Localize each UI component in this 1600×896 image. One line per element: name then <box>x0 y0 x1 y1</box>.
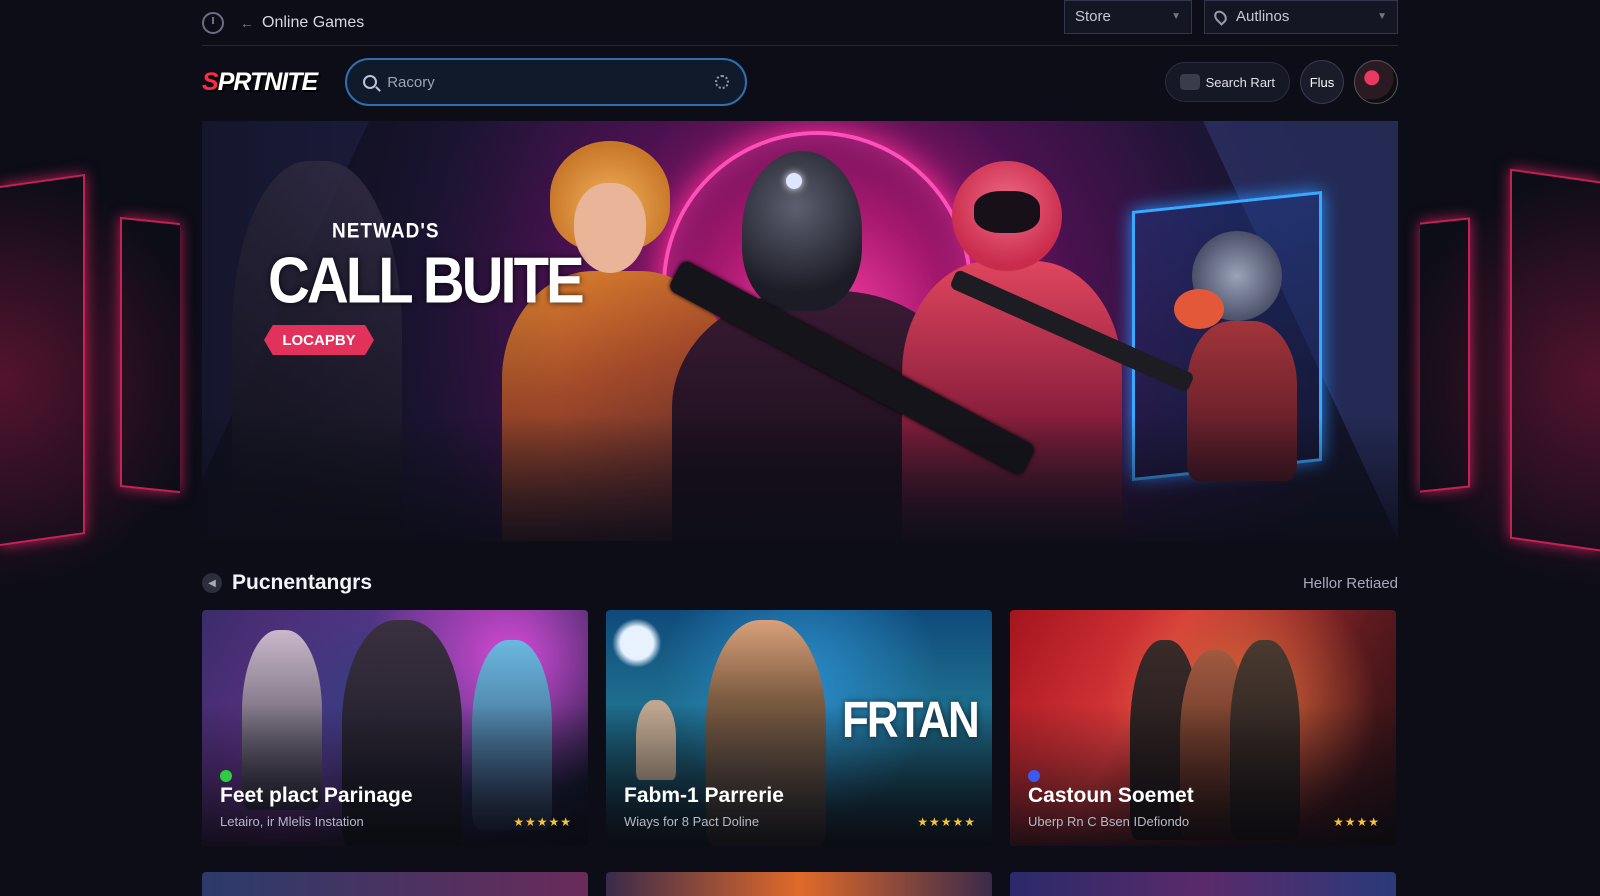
card-title: Castoun Soemet <box>1028 784 1194 807</box>
card-subtitle: Letairo, ir Mlelis Instation <box>220 814 364 829</box>
chevron-down-icon: ▼ <box>1377 11 1387 22</box>
game-card-partial[interactable] <box>606 872 992 896</box>
location-dropdown[interactable]: Autlinos ▼ <box>1204 0 1398 34</box>
section-title: Pucnentangrs <box>232 571 373 594</box>
search-input[interactable] <box>387 73 716 91</box>
chevron-down-icon: ▼ <box>1171 11 1181 22</box>
neon-frame-decoration <box>1510 168 1600 552</box>
game-card[interactable]: Castoun Soemet Uberp Rn C Bsen IDefiondo… <box>1010 610 1396 846</box>
card-subtitle: Wiays for 8 Pact Doline <box>624 814 760 829</box>
voice-search-icon[interactable] <box>715 75 730 89</box>
status-dot-icon <box>1028 770 1040 782</box>
breadcrumb[interactable]: Online Games <box>262 14 364 32</box>
hero-banner[interactable]: NETWAD'S CALL BUITE LOCAPBY <box>202 121 1398 541</box>
game-card-partial[interactable] <box>1010 872 1396 896</box>
plus-button[interactable]: Flus <box>1300 60 1344 104</box>
search-bar[interactable] <box>345 58 748 106</box>
section-icon: ◀ <box>202 573 222 593</box>
site-logo[interactable]: SPRTNITE <box>202 67 318 97</box>
logo-letter: S <box>202 67 219 96</box>
hero-title: CALL BUITE <box>268 244 585 317</box>
store-dropdown[interactable]: Store ▼ <box>1064 0 1192 34</box>
header: SPRTNITE Search Rart Flus <box>202 46 1398 118</box>
search-cart-label: Search Rart <box>1205 74 1275 90</box>
status-dot-icon <box>220 770 232 782</box>
neon-frame-decoration <box>0 174 85 546</box>
hero-kicker: NETWAD'S <box>332 219 440 243</box>
game-card-row: Feet plact Parinage Letairo, ir Mlelis I… <box>202 610 1398 846</box>
card-shade <box>202 610 588 846</box>
hero-vignette <box>202 121 1398 541</box>
clock-icon[interactable] <box>202 11 224 34</box>
cart-icon <box>1179 74 1200 90</box>
card-shade <box>1010 610 1396 846</box>
game-card-row-next <box>202 872 1398 896</box>
star-rating: ★★★★★ <box>917 815 976 829</box>
location-pin-icon <box>1211 7 1230 26</box>
top-bar: ← Online Games Store ▼ Autlinos ▼ <box>202 0 1398 46</box>
header-actions: Search Rart Flus <box>1164 60 1398 104</box>
avatar[interactable] <box>1354 60 1398 104</box>
card-title: Feet plact Parinage <box>220 784 413 807</box>
logo-text: PRTNITE <box>217 67 318 96</box>
search-cart-button[interactable]: Search Rart <box>1164 62 1290 102</box>
store-dropdown-value: Store <box>1075 8 1111 25</box>
card-title: Fabm-1 Parrerie <box>624 784 784 807</box>
card-subtitle: Uberp Rn C Bsen IDefiondo <box>1028 814 1190 829</box>
game-card[interactable]: Feet plact Parinage Letairo, ir Mlelis I… <box>202 610 588 846</box>
game-card-partial[interactable] <box>202 872 588 896</box>
star-rating: ★★★★ <box>1332 815 1380 829</box>
back-arrow-icon[interactable]: ← <box>240 15 254 31</box>
neon-frame-decoration <box>1420 217 1470 493</box>
page-container: ← Online Games Store ▼ Autlinos ▼ SPRTNI… <box>202 0 1398 896</box>
location-dropdown-value: Autlinos <box>1236 8 1290 25</box>
star-rating: ★★★★★ <box>513 815 572 829</box>
game-card[interactable]: FRTAN Fabm-1 Parrerie Wiays for 8 Pact D… <box>606 610 992 846</box>
hero-badge-button[interactable]: LOCAPBY <box>264 325 374 355</box>
search-icon <box>363 75 378 89</box>
neon-frame-decoration <box>120 216 180 494</box>
section-header: ◀ Pucnentangrs Hellor Retiaed <box>202 566 1398 600</box>
card-game-logo: FRTAN <box>842 692 980 749</box>
section-view-all-link[interactable]: Hellor Retiaed <box>1303 575 1398 592</box>
